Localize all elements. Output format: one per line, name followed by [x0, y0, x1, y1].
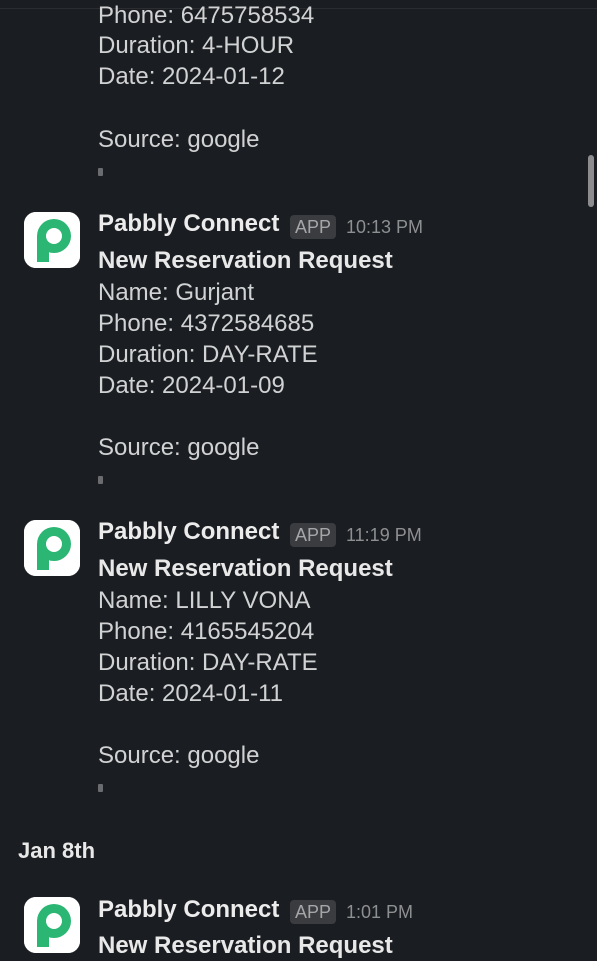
app-badge: APP — [290, 523, 337, 547]
attachment-indicator — [98, 168, 103, 176]
attachment-indicator — [98, 476, 103, 484]
message-date: Date: 2024-01-09 — [98, 372, 285, 399]
message-name: Name: LILLY VONA — [98, 587, 311, 614]
sender-name[interactable]: Pabbly Connect — [98, 518, 279, 546]
attachment-indicator — [98, 784, 103, 792]
message-timestamp[interactable]: 11:19 PM — [346, 525, 422, 546]
message-source: Source: google — [98, 434, 260, 461]
message-source: Source: google — [98, 742, 260, 769]
message-name: Name: Gurjant — [98, 279, 255, 306]
pabbly-logo-icon[interactable] — [24, 520, 80, 576]
app-badge: APP — [290, 900, 337, 924]
message-title: New Reservation Request — [98, 555, 393, 582]
message-duration: Duration: DAY-RATE — [98, 341, 318, 368]
message-phone: Phone: 6475758534 — [98, 2, 315, 29]
message-title: New Reservation Request — [98, 247, 393, 274]
message-date: Date: 2024-01-11 — [98, 680, 284, 707]
pabbly-logo-icon[interactable] — [24, 897, 80, 953]
message-date: Date: 2024-01-12 — [98, 63, 285, 90]
message-feed[interactable]: Phone: 6475758534 Duration: 4-HOUR Date:… — [0, 0, 597, 959]
message-phone: Phone: 4372584685 — [98, 310, 315, 337]
message-phone: Phone: 4165545204 — [98, 618, 315, 645]
message-source: Source: google — [98, 126, 260, 153]
sender-name[interactable]: Pabbly Connect — [98, 896, 279, 924]
message-duration: Duration: DAY-RATE — [98, 649, 318, 676]
message-duration: Duration: 4-HOUR — [98, 32, 295, 59]
message-title: New Reservation Request — [98, 932, 393, 959]
app-badge: APP — [290, 215, 337, 239]
pabbly-logo-icon[interactable] — [24, 212, 80, 268]
sender-name[interactable]: Pabbly Connect — [98, 210, 279, 238]
date-separator[interactable]: Jan 8th — [18, 838, 95, 864]
message-timestamp[interactable]: 1:01 PM — [346, 902, 413, 923]
scrollbar[interactable] — [588, 155, 594, 207]
message-timestamp[interactable]: 10:13 PM — [346, 217, 423, 238]
